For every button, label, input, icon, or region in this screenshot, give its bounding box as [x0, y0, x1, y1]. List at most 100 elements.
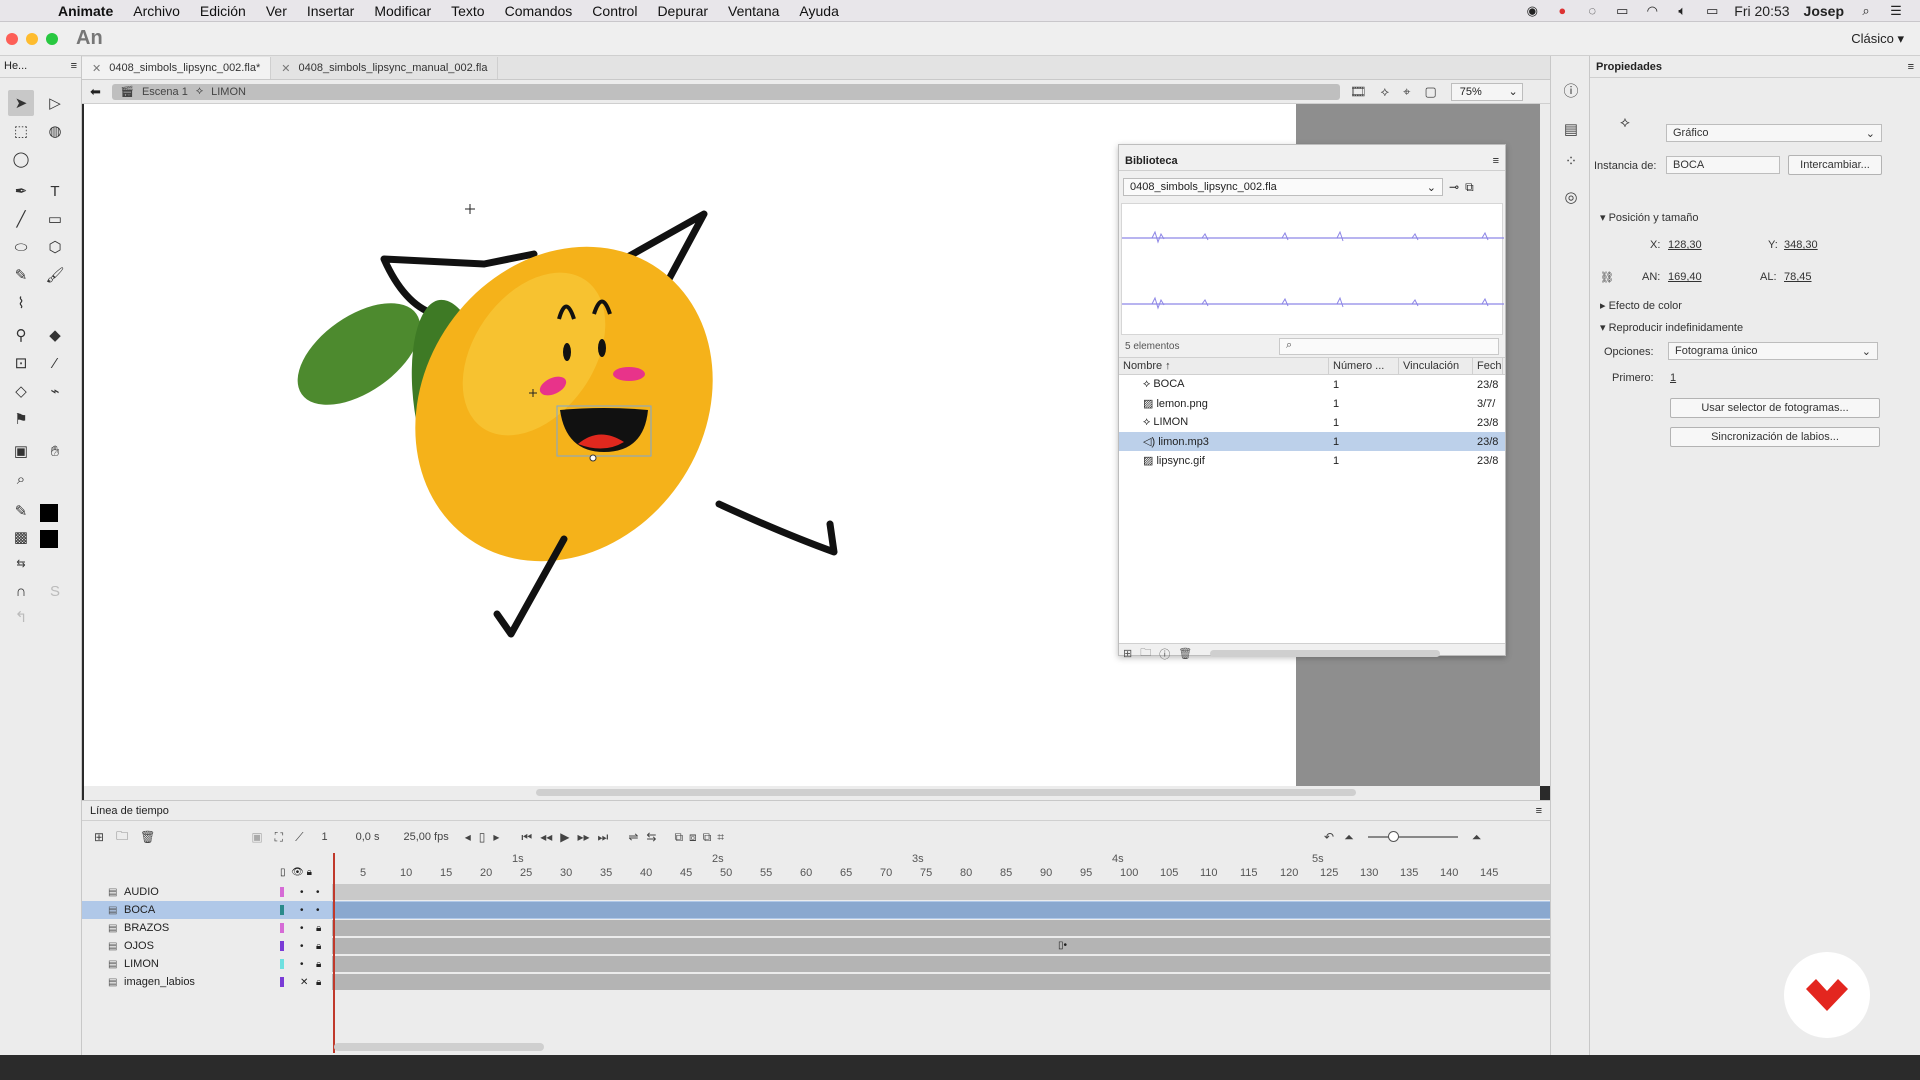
menu-ayuda[interactable]: Ayuda [789, 3, 848, 19]
battery-icon[interactable]: ▭ [1704, 3, 1720, 18]
stroke-color-swatch[interactable] [40, 504, 58, 522]
stage[interactable] [84, 104, 1296, 786]
timeline-scrollbar[interactable] [334, 1043, 544, 1051]
undo-icon[interactable]: ↶ [1324, 830, 1334, 844]
layer-color-swatch[interactable] [280, 905, 284, 915]
visibility-dot[interactable]: • [300, 941, 304, 952]
current-time[interactable]: 0,0 s [356, 831, 380, 843]
camera-icon[interactable]: ▣ [251, 830, 262, 844]
snap-to-objects-icon[interactable]: ∩ [8, 578, 34, 604]
scene-edit-icon[interactable]: 🎞︎ [1350, 84, 1367, 100]
lasso-tool-icon[interactable]: ◯ [8, 146, 34, 172]
brush-tool-icon[interactable]: 🖌︎ [42, 262, 68, 288]
properties-icon[interactable]: ⓘ [1159, 646, 1170, 662]
new-folder-icon[interactable]: 🗀︎ [1140, 644, 1151, 663]
layer-frames[interactable] [332, 956, 1550, 972]
stage-vertical-scrollbar[interactable] [1540, 104, 1550, 786]
sync-icon[interactable]: ◌ [1584, 3, 1600, 18]
column-name[interactable]: Nombre ↑ [1119, 358, 1329, 374]
list-item[interactable]: ◁) limon.mp3 1 23/8 [1119, 432, 1505, 451]
lock-dot[interactable]: • [316, 887, 320, 898]
menu-ver[interactable]: Ver [256, 3, 297, 19]
lipsync-button[interactable]: Sincronización de labios... [1670, 427, 1880, 447]
eye-icon[interactable]: 👁︎ [291, 867, 304, 878]
center-frame-icon[interactable]: ⇆ [646, 830, 656, 844]
layer-row[interactable]: ▤ LIMON • 🔒︎ [82, 955, 1550, 973]
expand-timeline-icon[interactable]: ⏶ [1472, 830, 1482, 845]
new-folder-icon[interactable]: 🗀︎ [116, 827, 128, 848]
height-value[interactable]: 78,45 [1784, 271, 1812, 283]
layer-frames[interactable] [332, 974, 1550, 990]
camera-tool-icon[interactable]: ▣ [8, 438, 34, 464]
edit-multiple-frames-icon[interactable]: ⧉ [703, 830, 712, 845]
layer-color-swatch[interactable] [280, 941, 284, 951]
paint-bucket-tool-icon[interactable]: ◆ [42, 322, 68, 348]
visibility-dot[interactable]: • [300, 905, 304, 916]
clip-icon[interactable]: ▢ [1424, 84, 1436, 100]
column-number[interactable]: Número ... [1329, 358, 1399, 374]
swap-colors-icon[interactable]: ⇆ [8, 550, 34, 576]
user-name[interactable]: Josep [1804, 3, 1844, 19]
minimize-window-button[interactable] [26, 32, 38, 45]
breadcrumb-scene[interactable]: Escena 1 [142, 86, 188, 98]
insert-keyframe-icon[interactable]: ▯ [479, 830, 486, 844]
free-transform-tool-icon[interactable]: ⬚ [8, 118, 34, 144]
workspace-switcher[interactable]: Clásico ▾ [1851, 31, 1904, 47]
zoom-slider[interactable] [1367, 831, 1458, 842]
visibility-dot[interactable]: • [300, 959, 304, 970]
keyframe-marker[interactable]: ▯• [1058, 940, 1067, 951]
menu-app[interactable]: Animate [48, 3, 123, 19]
visibility-dot[interactable]: • [300, 923, 304, 934]
eraser-tool-icon[interactable]: ◇ [8, 378, 34, 404]
swap-button[interactable]: Intercambiar... [1788, 155, 1882, 175]
modify-markers-icon[interactable]: ⌗ [717, 830, 724, 845]
lock-icon[interactable]: 🔒︎ [316, 923, 321, 934]
column-linkage[interactable]: Vinculación [1399, 358, 1473, 374]
menu-depurar[interactable]: Depurar [647, 3, 718, 19]
layer-row[interactable]: ▤ BRAZOS • 🔒︎ [82, 919, 1550, 937]
fit-icon[interactable]: ⏶ [1344, 830, 1354, 845]
new-layer-icon[interactable]: ⊞ [94, 830, 104, 844]
lock-icon[interactable]: 🔒︎ [316, 941, 321, 952]
step-back-icon[interactable]: ◂◂ [540, 830, 552, 844]
bone-tool-icon[interactable]: ⚲ [8, 322, 34, 348]
list-item[interactable]: ▨ lemon.png 1 3/7/ [1119, 394, 1505, 413]
text-tool-icon[interactable]: T [42, 178, 68, 204]
lock-icon[interactable]: 🔒︎ [316, 977, 321, 988]
rectangle-tool-icon[interactable]: ▭ [42, 206, 68, 232]
lock-icon[interactable]: 🔒︎ [316, 959, 321, 970]
layer-frames[interactable]: ▯• [332, 938, 1550, 954]
menu-insertar[interactable]: Insertar [297, 3, 364, 19]
fill-color-swatch[interactable] [40, 530, 58, 548]
tab-document-1[interactable]: ✕ 0408_simbols_lipsync_002.fla* [82, 57, 272, 79]
hand-tool-icon[interactable]: ✋︎ [42, 438, 68, 464]
first-frame-value[interactable]: 1 [1670, 372, 1676, 384]
next-keyframe-icon[interactable]: ▸ [493, 830, 499, 844]
graph-icon[interactable]: ⟋ [295, 830, 303, 845]
smooth-icon[interactable]: S [42, 578, 68, 604]
stage-horizontal-scrollbar[interactable] [84, 786, 1540, 800]
oval-tool-icon[interactable]: ⬭ [8, 234, 34, 260]
frame-picker-button[interactable]: Usar selector de fotogramas... [1670, 398, 1880, 418]
menu-edicion[interactable]: Edición [190, 3, 256, 19]
pencil-tool-icon[interactable]: ✎ [8, 262, 34, 288]
current-frame[interactable]: 1 [321, 831, 327, 843]
selection-tool-icon[interactable]: ➤ [8, 90, 34, 116]
layer-parenting-icon[interactable]: ⛶ [275, 830, 283, 845]
scroll-thumb[interactable] [536, 789, 1356, 796]
close-icon[interactable]: ✕ [92, 62, 101, 75]
tab-document-2[interactable]: ✕ 0408_simbols_lipsync_manual_002.fla [271, 57, 499, 79]
breadcrumb-symbol[interactable]: LIMON [211, 86, 246, 98]
layer-row[interactable]: ▤ imagen_labios ✕ 🔒︎ [82, 973, 1550, 991]
wifi-icon[interactable]: ◠ [1644, 3, 1660, 18]
onion-skin-outlines-icon[interactable]: ⧈ [689, 830, 697, 845]
clock[interactable]: Fri 20:53 [1734, 3, 1789, 19]
playhead[interactable] [333, 853, 335, 1053]
lock-dot[interactable]: • [316, 905, 320, 916]
section-looping[interactable]: ▾ Reproducir indefinidamente [1600, 321, 1743, 334]
onion-skin-icon[interactable]: ⧉ [674, 830, 683, 845]
library-icon[interactable]: ▤ [1560, 120, 1582, 142]
symbol-edit-icon[interactable]: ⟡ [1381, 84, 1390, 100]
instance-field[interactable]: BOCA [1666, 156, 1780, 174]
section-position-size[interactable]: ▾ Posición y tamaño [1600, 211, 1698, 224]
